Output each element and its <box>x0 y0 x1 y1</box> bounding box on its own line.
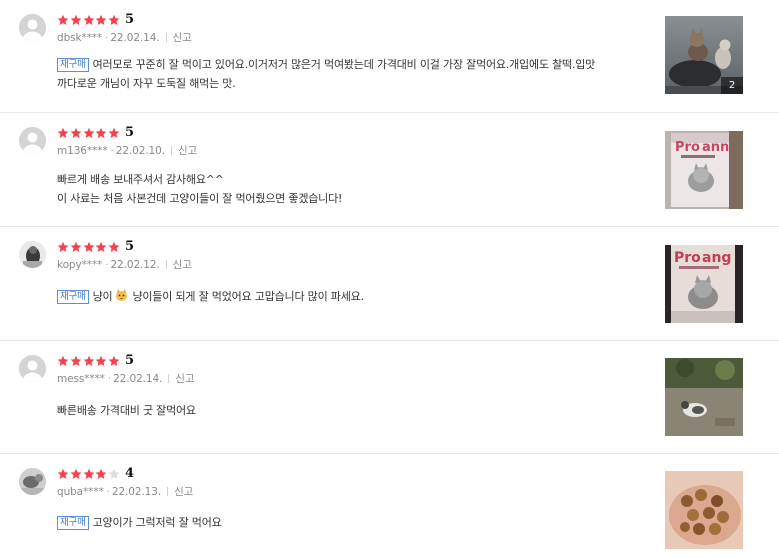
photo-count-badge: 2 <box>721 77 743 94</box>
profile-photo-icon <box>19 468 46 495</box>
svg-text:ang: ang <box>702 250 731 266</box>
review-photo[interactable]: 2 <box>665 16 743 94</box>
star-icon <box>83 127 95 139</box>
review-item: 5 mess**** · 22.02.14. 신고 빠른배송 가격대비 굿 잘먹어요 <box>0 341 779 454</box>
review-item: 5 dbsk**** · 22.02.14. 신고 재구매 여러모로 꾸준히 잘 먹이고… <box>0 0 779 113</box>
review-photo[interactable] <box>665 471 743 549</box>
star-icon <box>108 14 120 26</box>
star-icon <box>95 127 107 139</box>
star-icon <box>57 241 69 253</box>
default-user-icon <box>19 14 46 41</box>
star-icon <box>95 241 107 253</box>
star-icon <box>108 355 120 367</box>
svg-text:Pro: Pro <box>675 140 700 155</box>
star-icon <box>57 355 69 367</box>
star-icon <box>70 14 82 26</box>
repurchase-badge: 재구매 <box>57 290 89 304</box>
cat-emoji-icon <box>114 288 129 302</box>
star-empty-icon <box>108 468 120 480</box>
rating-score: 5 <box>124 239 135 254</box>
divider <box>170 146 172 155</box>
rating-stars: 5 <box>57 238 134 255</box>
star-icon <box>83 355 95 367</box>
default-user-icon <box>19 355 46 382</box>
review-meta: mess**** · 22.02.14. 신고 <box>57 373 195 385</box>
star-icon <box>57 127 69 139</box>
rating-score: 4 <box>124 466 135 481</box>
review-photo[interactable]: Pro ann <box>665 131 743 209</box>
star-icon <box>70 468 82 480</box>
profile-photo-icon <box>19 241 46 268</box>
rating-stars: 5 <box>57 352 134 369</box>
divider <box>165 33 167 42</box>
report-link[interactable]: 신고 <box>174 486 193 498</box>
report-link[interactable]: 신고 <box>178 145 197 157</box>
review-text: 재구매 고양이가 그럭저럭 잘 먹어요 <box>57 513 647 532</box>
svg-text:ann: ann <box>702 140 729 155</box>
review-text: 재구매 냥이 냥이들이 되게 잘 먹었어요 고맙습니다 많이 파세요. <box>57 287 647 306</box>
review-item: 5 kopy**** · 22.02.12. 신고 재구매 냥이 냥이들이 되게 잘 먹었… <box>0 227 779 341</box>
review-text: 빠른배송 가격대비 굿 잘먹어요 <box>57 404 196 417</box>
review-photo[interactable] <box>665 358 743 436</box>
star-icon <box>83 468 95 480</box>
star-icon <box>95 355 107 367</box>
star-icon <box>95 468 107 480</box>
report-link[interactable]: 신고 <box>175 373 194 385</box>
review-date: 22.02.13. <box>111 486 162 498</box>
reviewer-id: m136**** <box>57 145 108 157</box>
review-meta: quba**** · 22.02.13. 신고 <box>57 486 194 498</box>
reviewer-id: mess**** <box>57 373 105 385</box>
default-user-icon <box>19 127 46 154</box>
divider <box>165 260 167 269</box>
report-link[interactable]: 신고 <box>173 259 192 271</box>
divider <box>168 374 170 383</box>
star-icon <box>83 241 95 253</box>
star-icon <box>95 14 107 26</box>
review-text: 빠르게 배송 보내주셔서 감사해요^^ 이 사료는 처음 사본건데 고양이들이 … <box>57 173 343 205</box>
rating-stars: 5 <box>57 11 134 28</box>
star-icon <box>57 468 69 480</box>
review-date: 22.02.12. <box>110 259 160 271</box>
report-link[interactable]: 신고 <box>173 32 192 44</box>
svg-text:Pro: Pro <box>674 250 701 266</box>
rating-stars: 4 <box>57 465 134 482</box>
rating-score: 5 <box>124 12 135 27</box>
divider <box>167 487 169 496</box>
review-item: 4 quba**** · 22.02.13. 신고 재구매 고양이가 그럭저럭 잘 먹어… <box>0 454 779 559</box>
rating-score: 5 <box>124 353 135 368</box>
reviewer-id: kopy**** <box>57 259 103 271</box>
review-meta: kopy**** · 22.02.12. 신고 <box>57 259 192 271</box>
review-item: 5 m136**** · 22.02.10. 신고 빠르게 배송 보내주셔서 감사해요… <box>0 113 779 227</box>
review-date: 22.02.14. <box>110 32 160 44</box>
star-icon <box>108 241 120 253</box>
star-icon <box>108 127 120 139</box>
star-icon <box>70 355 82 367</box>
review-meta: dbsk**** · 22.02.14. 신고 <box>57 32 192 44</box>
rating-stars: 5 <box>57 124 134 141</box>
review-date: 22.02.14. <box>113 373 163 385</box>
review-date: 22.02.10. <box>115 145 165 157</box>
review-meta: m136**** · 22.02.10. 신고 <box>57 145 198 157</box>
repurchase-badge: 재구매 <box>57 58 89 72</box>
star-icon <box>57 14 69 26</box>
reviewer-id: quba**** <box>57 486 104 498</box>
review-text: 재구매 여러모로 꾸준히 잘 먹이고 있어요.이거저거 많은거 먹여봤는데 가격대… <box>57 58 596 90</box>
reviewer-id: dbsk**** <box>57 32 103 44</box>
star-icon <box>70 127 82 139</box>
repurchase-badge: 재구매 <box>57 516 89 530</box>
review-photo[interactable]: Pro ang <box>665 245 743 323</box>
star-icon <box>83 14 95 26</box>
rating-score: 5 <box>124 125 135 140</box>
star-icon <box>70 241 82 253</box>
